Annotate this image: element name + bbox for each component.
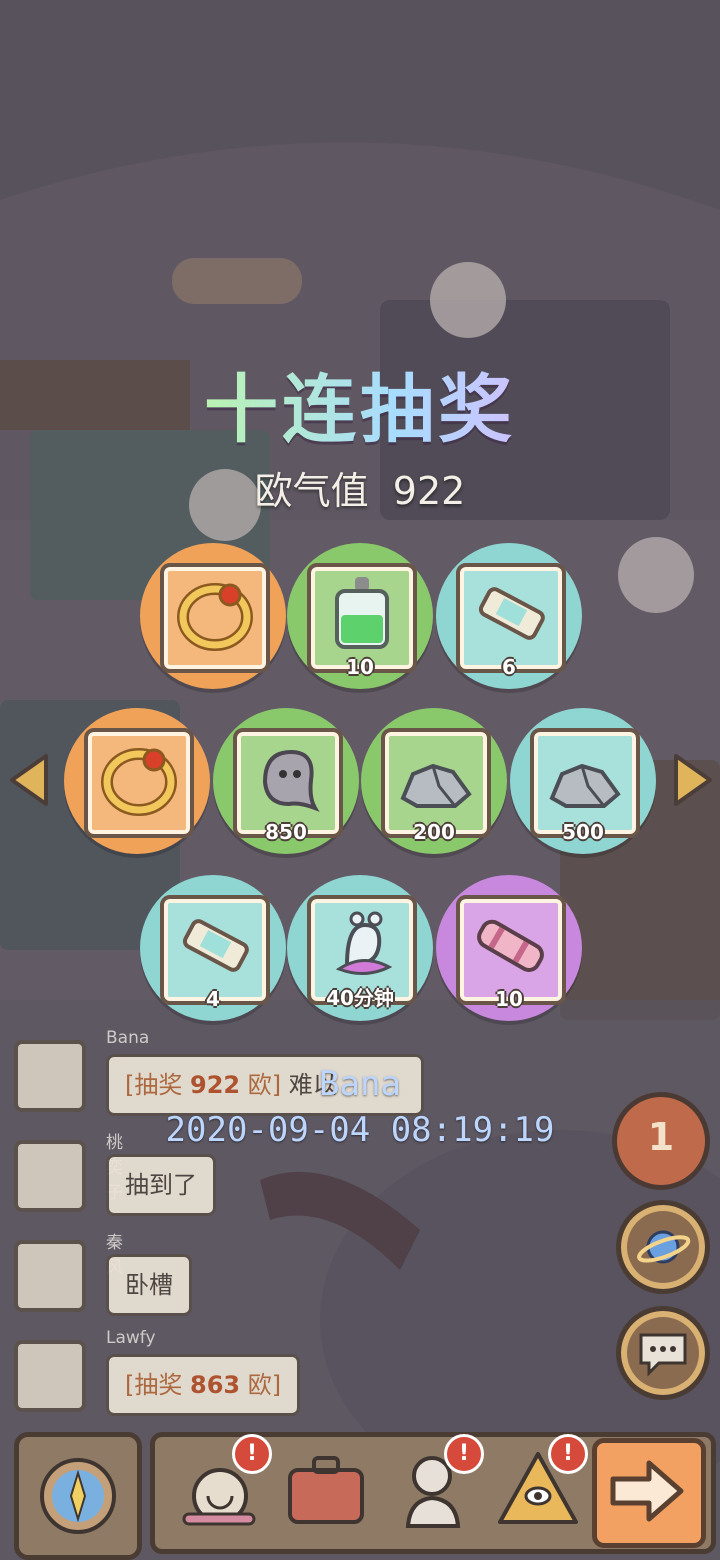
slime-icon — [262, 749, 320, 812]
reward-slot[interactable]: 10 — [436, 875, 582, 1021]
avatar[interactable] — [14, 1340, 86, 1412]
chat-icon — [639, 1333, 687, 1377]
page-title: 十连抽奖 — [0, 350, 720, 457]
reward-quantity: 500 — [562, 820, 604, 844]
reward-quantity: 10 — [495, 987, 523, 1011]
ring-icon — [101, 748, 177, 816]
reward-slot[interactable] — [64, 708, 210, 854]
reward-slot[interactable]: 500 — [510, 708, 656, 854]
scroll-icon — [182, 919, 249, 972]
planet-icon — [637, 1230, 691, 1264]
reward-quantity: 4 — [206, 987, 220, 1011]
scroll-icon — [478, 587, 545, 640]
luck-label: 欧气值 — [254, 469, 369, 513]
stone-icon — [549, 763, 621, 808]
luck-value-display: 欧气值 922 — [0, 460, 720, 515]
chat-username: Lawfy — [106, 1328, 156, 1348]
compass-button[interactable] — [14, 1432, 142, 1560]
reward-slot[interactable]: 200 — [361, 708, 507, 854]
reward-tile — [160, 563, 270, 673]
chat-bubble: 卧槽 — [106, 1254, 192, 1316]
notification-badge[interactable]: 1 — [612, 1092, 710, 1190]
cannon-icon — [477, 919, 544, 972]
reward-slot[interactable]: 850 — [213, 708, 359, 854]
snail-icon — [335, 911, 393, 975]
luck-number: 922 — [392, 469, 466, 513]
go-arrow-icon — [610, 1460, 684, 1522]
alert-icon: ! — [548, 1434, 588, 1474]
alert-icon: ! — [444, 1434, 484, 1474]
chat-username: Bana — [106, 1028, 150, 1048]
potion-icon — [335, 577, 389, 649]
chat-bubble: 抽到了 — [106, 1154, 216, 1216]
reward-quantity: 200 — [413, 820, 455, 844]
alert-icon: ! — [232, 1434, 272, 1474]
reward-tile — [84, 728, 194, 838]
planet-button[interactable] — [616, 1200, 710, 1294]
watermark-user: Bana — [319, 1064, 401, 1104]
reward-quantity: 10 — [346, 655, 374, 679]
chat-button[interactable] — [616, 1306, 710, 1400]
reward-slot[interactable]: 40分钟 — [287, 875, 433, 1021]
reward-slot[interactable] — [140, 543, 286, 689]
right-arrow-icon[interactable] — [668, 752, 716, 808]
go-button[interactable] — [592, 1438, 706, 1548]
reward-slot[interactable]: 4 — [140, 875, 286, 1021]
reward-quantity: 850 — [265, 820, 307, 844]
suitcase-icon[interactable] — [278, 1440, 374, 1536]
stone-icon — [400, 763, 472, 808]
avatar[interactable] — [14, 1240, 86, 1312]
reward-quantity: 40分钟 — [326, 986, 394, 1010]
ring-icon — [177, 583, 253, 651]
compass-icon — [40, 1458, 116, 1534]
left-arrow-icon[interactable] — [6, 752, 54, 808]
avatar[interactable] — [14, 1140, 86, 1212]
chat-bubble: [抽奖 863 欧] — [106, 1354, 301, 1416]
reward-quantity: 6 — [502, 655, 516, 679]
reward-slot[interactable]: 10 — [287, 543, 433, 689]
reward-slot[interactable]: 6 — [436, 543, 582, 689]
